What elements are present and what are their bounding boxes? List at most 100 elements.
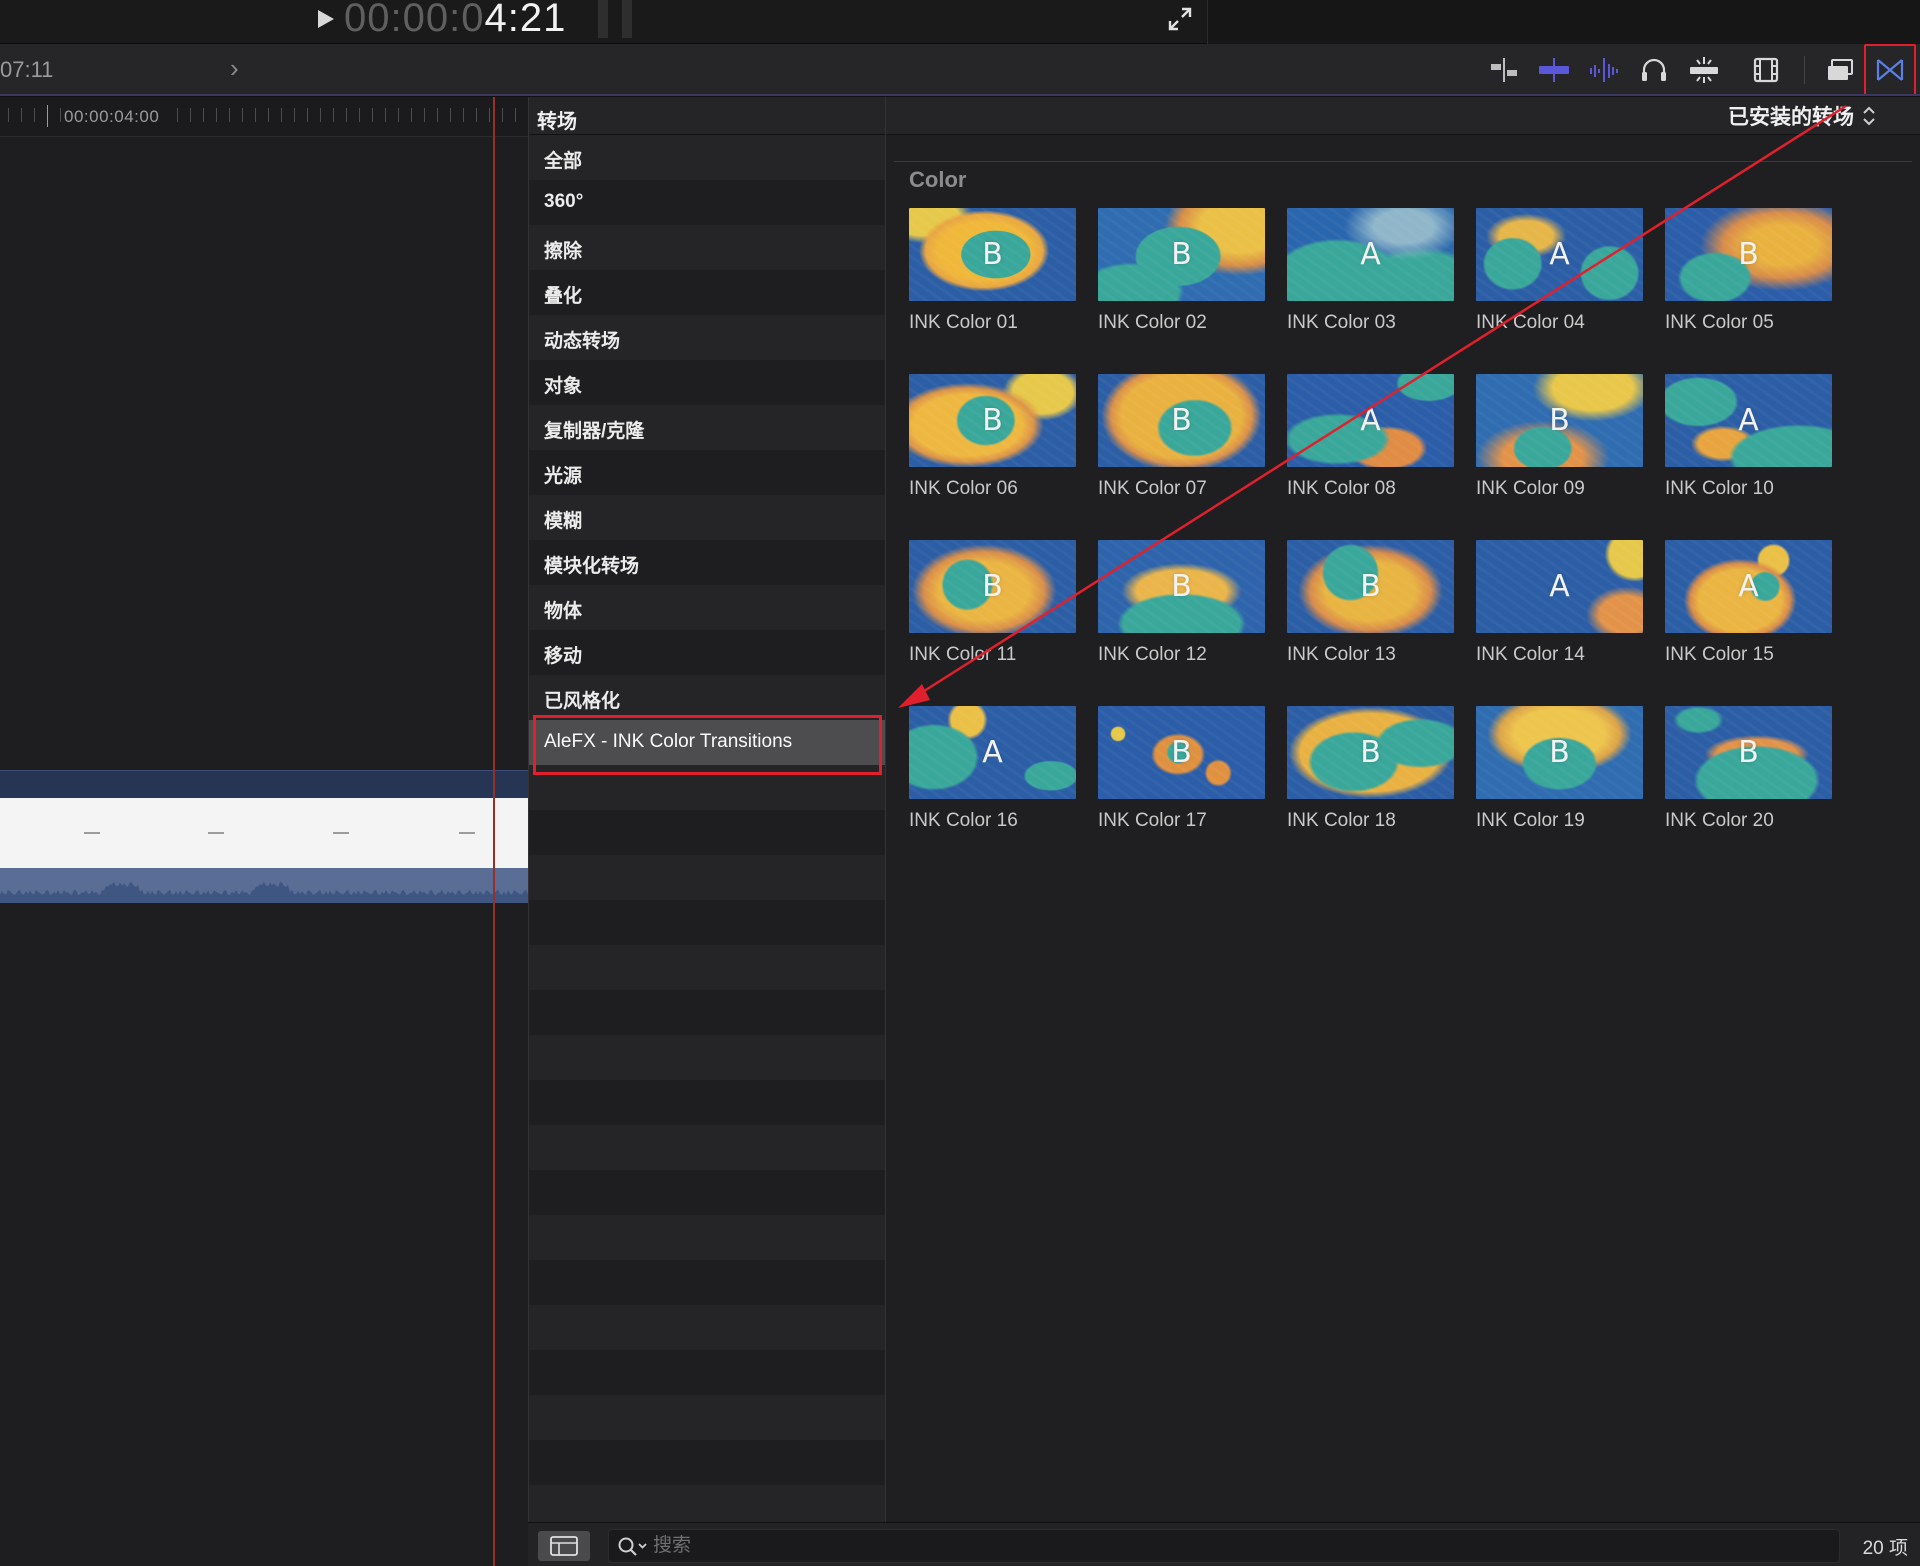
transition-preview-image: A — [1476, 540, 1643, 633]
transition-preview-image: A — [1665, 540, 1832, 633]
timeline-area[interactable]: 00:00:04:00 — [0, 97, 528, 1566]
search-input[interactable] — [653, 1535, 1803, 1557]
transition-preview-image: B — [1665, 706, 1832, 799]
ruler-tick — [502, 108, 503, 122]
sidebar-empty-row — [529, 1125, 885, 1170]
transition-name: INK Color 07 — [1098, 478, 1207, 499]
transition-preview-image: B — [909, 208, 1076, 301]
window-layout-button[interactable] — [1820, 52, 1860, 88]
timecode-bright-part: 4:21 — [484, 0, 567, 40]
sidebar-category-item[interactable]: 模块化转场 — [529, 540, 885, 585]
play-button[interactable] — [314, 6, 338, 32]
sidebar-empty-row — [529, 1350, 885, 1395]
clip-audio-waveform — [0, 868, 528, 903]
sidebar-category-item[interactable]: AleFX - INK Color Transitions — [529, 720, 885, 765]
sidebar-empty-row — [529, 1260, 885, 1305]
ruler-tick — [450, 108, 451, 122]
ruler-tick — [359, 108, 360, 122]
clip-appearance-button[interactable] — [1746, 52, 1786, 88]
timecode-dim-part: 00:00:0 — [344, 0, 485, 40]
ruler-tick — [255, 108, 256, 122]
skimming-icon — [1539, 58, 1569, 82]
preview-letter: B — [1738, 237, 1759, 272]
sidebar-category-item[interactable]: 对象 — [529, 360, 885, 405]
sidebar-category-item[interactable]: 叠化 — [529, 270, 885, 315]
transition-preview-image: B — [1098, 374, 1265, 467]
transition-preview-image: B — [1098, 706, 1265, 799]
ruler-tick — [463, 108, 464, 122]
chevron-right-icon[interactable]: › — [230, 53, 250, 83]
audio-skimming-button[interactable] — [1584, 52, 1624, 88]
transition-preview-image: B — [909, 374, 1076, 467]
transition-name: INK Color 16 — [909, 810, 1018, 831]
clip-video-strip — [0, 798, 528, 868]
sidebar-category-label: 复制器/克隆 — [544, 421, 645, 442]
timeline-toolbar: 07:11 › — [0, 44, 1920, 97]
sidebar-empty-row — [529, 1215, 885, 1260]
solo-icon — [1690, 57, 1718, 83]
solo-button[interactable] — [1684, 52, 1724, 88]
ruler-tick — [47, 105, 48, 127]
installed-transitions-selector[interactable]: 已安装的转场 — [1728, 103, 1876, 129]
sidebar-header: 转场 — [529, 97, 885, 135]
toolbar-accent-line — [0, 94, 1920, 96]
ruler-tick — [203, 108, 204, 122]
transition-name: INK Color 13 — [1287, 644, 1396, 665]
transition-preview-image: B — [1665, 208, 1832, 301]
viewer-topbar: 00:00:04:21 — [0, 0, 1920, 44]
preview-letter: B — [1171, 403, 1192, 438]
audio-skimming-icon — [1590, 58, 1618, 82]
transition-preview-image: A — [1476, 208, 1643, 301]
fullscreen-button[interactable] — [1165, 4, 1195, 34]
preview-letter: A — [1549, 237, 1570, 272]
sidebar-toggle-button[interactable] — [538, 1531, 590, 1561]
search-field[interactable] — [608, 1529, 1840, 1563]
transition-name: INK Color 18 — [1287, 810, 1396, 831]
sidebar-category-label: 物体 — [544, 601, 583, 622]
timeline-ruler[interactable]: 00:00:04:00 — [0, 97, 528, 137]
preview-letter: B — [1171, 735, 1192, 770]
sidebar-category-item[interactable]: 物体 — [529, 585, 885, 630]
sidebar-empty-row — [529, 990, 885, 1035]
preview-letter: B — [982, 237, 1003, 272]
sidebar-category-item[interactable]: 360° — [529, 180, 885, 225]
transition-name: INK Color 17 — [1098, 810, 1207, 831]
ruler-tick — [515, 108, 516, 122]
sidebar-category-item[interactable]: 全部 — [529, 135, 885, 180]
sidebar-empty-row — [529, 1395, 885, 1440]
skimming-button[interactable] — [1534, 52, 1574, 88]
sidebar-category-label: 动态转场 — [544, 331, 621, 352]
transition-preview-image: A — [1665, 374, 1832, 467]
sidebar-empty-row — [529, 1305, 885, 1350]
ruler-tick — [411, 108, 412, 122]
sidebar-category-item[interactable]: 动态转场 — [529, 315, 885, 360]
transition-preview-image: A — [1287, 374, 1454, 467]
sidebar-category-label: 叠化 — [544, 286, 583, 307]
sidebar-category-item[interactable]: 擦除 — [529, 225, 885, 270]
preview-letter: A — [1738, 569, 1759, 604]
sidebar-category-label: 360° — [544, 191, 584, 212]
transition-name: INK Color 12 — [1098, 644, 1207, 665]
sidebar-category-label: 对象 — [544, 376, 583, 397]
sidebar-category-item[interactable]: 已风格化 — [529, 675, 885, 720]
sidebar-category-item[interactable]: 光源 — [529, 450, 885, 495]
preview-letter: A — [1360, 237, 1381, 272]
transition-preview-image: B — [1476, 706, 1643, 799]
snapping-button[interactable] — [1484, 52, 1524, 88]
browser-header: 已安装的转场 — [886, 97, 1920, 135]
sidebar-category-item[interactable]: 复制器/克隆 — [529, 405, 885, 450]
transitions-browser-button[interactable] — [1864, 44, 1916, 96]
snapping-icon — [1491, 58, 1517, 82]
search-icon[interactable] — [617, 1535, 649, 1557]
sidebar-category-item[interactable]: 移动 — [529, 630, 885, 675]
timeline-clip[interactable] — [0, 770, 528, 903]
ruler-tick — [372, 108, 373, 122]
transition-name: INK Color 15 — [1665, 644, 1774, 665]
audio-monitoring-button[interactable] — [1634, 52, 1674, 88]
transition-preview-image: B — [1098, 208, 1265, 301]
ruler-tick — [216, 108, 217, 122]
filmstrip-frame-mark — [333, 832, 349, 834]
preview-letter: A — [982, 735, 1003, 770]
playhead[interactable] — [493, 97, 495, 1566]
sidebar-category-item[interactable]: 模糊 — [529, 495, 885, 540]
